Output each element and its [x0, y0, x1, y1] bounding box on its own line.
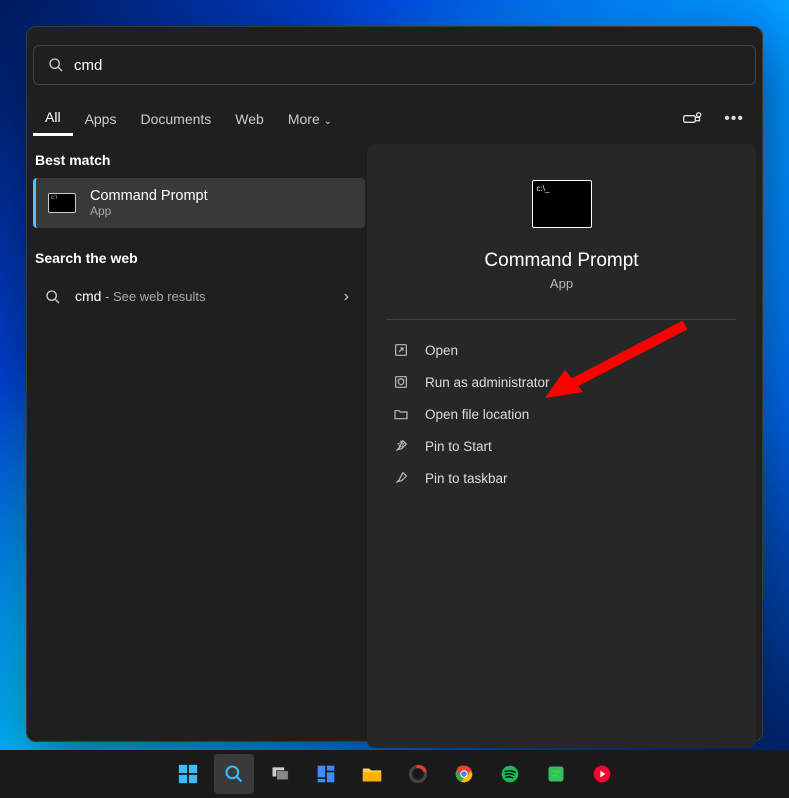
shield-icon [393, 374, 409, 390]
start-button[interactable] [168, 754, 208, 794]
action-open-file-location[interactable]: Open file location [385, 398, 738, 430]
taskbar [0, 750, 789, 798]
action-pin-taskbar-label: Pin to taskbar [425, 471, 508, 486]
action-admin-label: Run as administrator [425, 375, 550, 390]
action-location-label: Open file location [425, 407, 529, 422]
web-suffix-label: - See web results [101, 289, 205, 304]
file-explorer-button[interactable] [352, 754, 392, 794]
hero-title: Command Prompt [484, 250, 638, 272]
hero-subtitle: App [550, 276, 573, 291]
tab-web[interactable]: Web [223, 103, 276, 135]
result-command-prompt[interactable]: Command Prompt App [33, 178, 365, 228]
open-icon [393, 342, 409, 358]
pin-icon [393, 470, 409, 486]
divider [387, 319, 736, 320]
folder-icon [393, 406, 409, 422]
command-prompt-icon [48, 193, 76, 213]
result-title: Command Prompt [90, 188, 208, 204]
search-input[interactable] [74, 57, 741, 74]
widgets-button[interactable] [306, 754, 346, 794]
best-match-header: Best match [33, 144, 365, 178]
search-web-header: Search the web [33, 242, 365, 276]
chrome-button[interactable] [444, 754, 484, 794]
action-pin-to-taskbar[interactable]: Pin to taskbar [385, 462, 738, 494]
tab-apps[interactable]: Apps [73, 103, 129, 135]
usb-icon[interactable] [682, 111, 702, 127]
action-open[interactable]: Open [385, 334, 738, 366]
more-options-icon[interactable]: ••• [724, 110, 744, 128]
task-view-button[interactable] [260, 754, 300, 794]
result-subtitle: App [90, 204, 208, 218]
chevron-right-icon: › [344, 288, 349, 306]
action-pin-start-label: Pin to Start [425, 439, 492, 454]
app-icon-3[interactable] [582, 754, 622, 794]
command-prompt-hero-icon [532, 180, 592, 228]
search-box[interactable] [33, 45, 756, 85]
web-search-result[interactable]: cmd - See web results › [33, 276, 365, 318]
details-pane: Command Prompt App Open Run as administr… [367, 144, 756, 748]
chevron-down-icon: ⌄ [324, 116, 332, 127]
search-icon [45, 289, 61, 305]
results-column: Best match Command Prompt App Search the… [27, 144, 365, 748]
web-query-label: cmd [75, 288, 101, 304]
app-icon-1[interactable] [398, 754, 438, 794]
search-tabs: All Apps Documents Web More ⌄ ••• [27, 101, 762, 136]
action-open-label: Open [425, 343, 458, 358]
action-pin-to-start[interactable]: Pin to Start [385, 430, 738, 462]
tab-documents[interactable]: Documents [128, 103, 223, 135]
search-icon [48, 57, 64, 73]
spotify-button[interactable] [490, 754, 530, 794]
tab-more[interactable]: More ⌄ [276, 103, 344, 135]
pin-icon [393, 438, 409, 454]
tab-all[interactable]: All [33, 101, 73, 136]
action-run-as-admin[interactable]: Run as administrator [385, 366, 738, 398]
taskbar-search-button[interactable] [214, 754, 254, 794]
app-icon-2[interactable] [536, 754, 576, 794]
start-search-panel: All Apps Documents Web More ⌄ ••• Best m… [26, 26, 763, 742]
